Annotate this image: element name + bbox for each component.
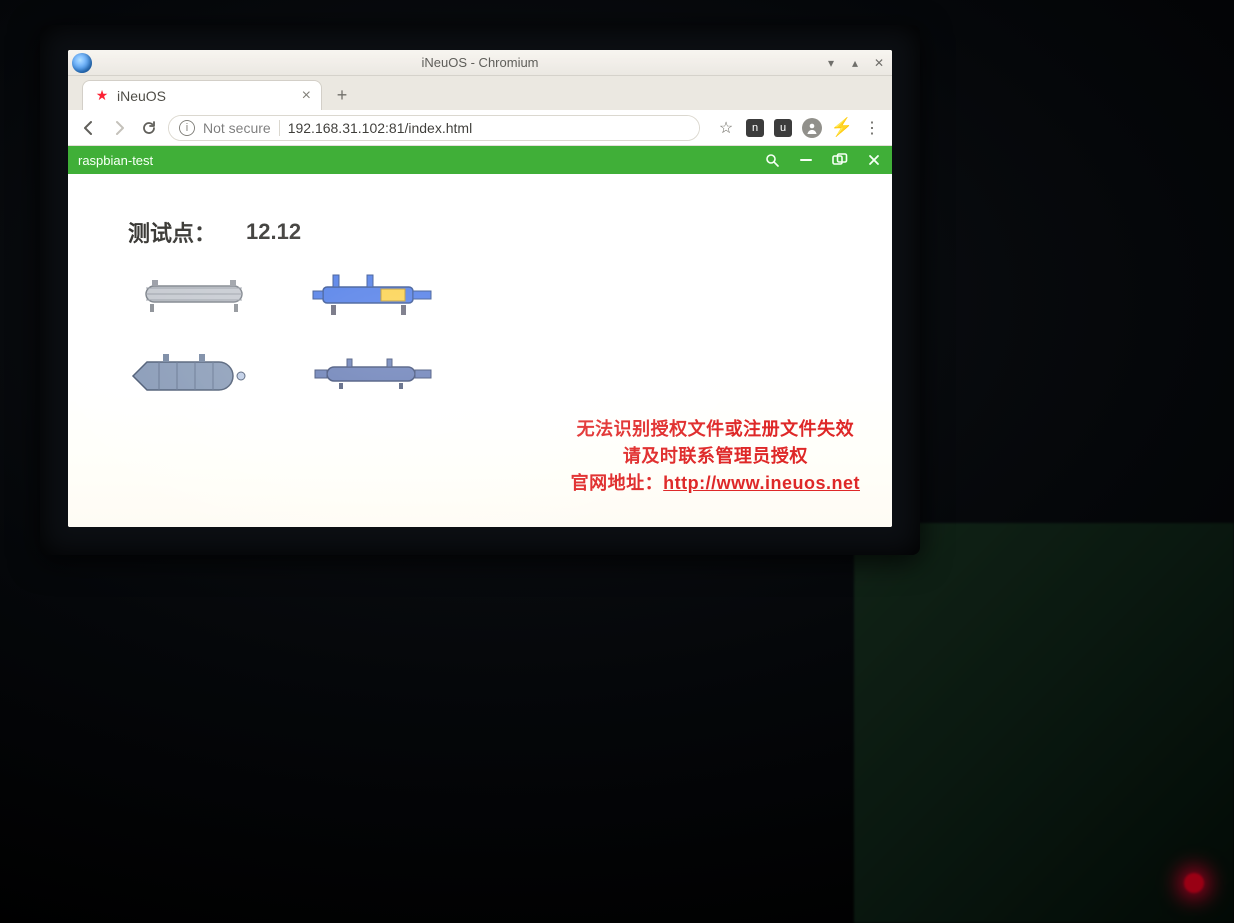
kebab-menu-icon[interactable]: ⋮	[862, 118, 882, 138]
window-maximize-icon[interactable]: ▴	[848, 56, 862, 70]
app-title: raspbian-test	[78, 153, 153, 168]
omnibox-divider	[279, 120, 280, 136]
test-point-row: 测试点： 12.12	[128, 216, 301, 248]
window-minimize-icon[interactable]: ▾	[824, 56, 838, 70]
tab-strip: ★ iNeuOS × +	[68, 76, 892, 110]
app-search-icon[interactable]	[764, 152, 780, 168]
component-heat-exchanger-1[interactable]	[124, 264, 264, 324]
tab-title: iNeuOS	[117, 88, 166, 104]
license-line-3: 官网地址：http://www.ineuos.net	[571, 470, 860, 497]
license-site-url[interactable]: http://www.ineuos.net	[663, 473, 860, 493]
reload-button[interactable]	[138, 117, 160, 139]
reload-icon	[141, 120, 157, 136]
tab-favicon-star-icon: ★	[95, 89, 109, 103]
lightning-bolt-icon[interactable]: ⚡	[832, 118, 852, 138]
test-point-value: 12.12	[246, 219, 301, 245]
address-bar[interactable]: i Not secure 192.168.31.102:81/index.htm…	[168, 115, 700, 141]
browser-tab[interactable]: ★ iNeuOS ×	[82, 80, 322, 110]
component-heat-exchanger-2[interactable]	[304, 264, 444, 324]
screen: iNeuOS - Chromium ▾ ▴ ✕ ★ iNeuOS × +	[68, 50, 892, 527]
app-actions	[764, 152, 882, 168]
license-warning: 无法识别授权文件或注册文件失效 请及时联系管理员授权 官网地址：http://w…	[571, 416, 860, 497]
person-icon	[806, 122, 818, 134]
component-grid	[124, 264, 444, 404]
license-site-prefix: 官网地址：	[571, 473, 664, 493]
app-close-icon[interactable]	[866, 152, 882, 168]
app-minimize-icon[interactable]	[798, 152, 814, 168]
window-titlebar[interactable]: iNeuOS - Chromium ▾ ▴ ✕	[68, 50, 892, 76]
app-windows-icon[interactable]	[832, 152, 848, 168]
scada-canvas[interactable]: 测试点： 12.12	[68, 174, 892, 527]
extension-badge-2[interactable]: u	[774, 119, 792, 137]
back-button[interactable]	[78, 117, 100, 139]
site-info-icon[interactable]: i	[179, 120, 195, 136]
test-point-label: 测试点：	[128, 216, 216, 248]
url-text: 192.168.31.102:81/index.html	[288, 120, 472, 136]
forward-button[interactable]	[108, 117, 130, 139]
arrow-right-icon	[111, 120, 127, 136]
arrow-left-icon	[81, 120, 97, 136]
app-header: raspbian-test	[68, 146, 892, 174]
license-line-1: 无法识别授权文件或注册文件失效	[571, 416, 860, 443]
tab-close-icon[interactable]: ×	[302, 87, 311, 105]
new-tab-button[interactable]: +	[328, 83, 356, 107]
toolbar-right: ☆ n u ⚡ ⋮	[708, 118, 882, 138]
window-close-icon[interactable]: ✕	[872, 56, 886, 70]
profile-avatar-icon[interactable]	[802, 118, 822, 138]
raspberry-pi-board	[854, 523, 1234, 923]
extension-badge-1[interactable]: n	[746, 119, 764, 137]
component-vessel[interactable]	[124, 344, 264, 404]
license-line-2: 请及时联系管理员授权	[571, 443, 860, 470]
browser-toolbar: i Not secure 192.168.31.102:81/index.htm…	[68, 110, 892, 146]
security-label: Not secure	[203, 120, 271, 136]
monitor-bezel: iNeuOS - Chromium ▾ ▴ ✕ ★ iNeuOS × +	[40, 25, 920, 555]
bookmark-star-icon[interactable]: ☆	[716, 118, 736, 138]
component-heat-exchanger-3[interactable]	[304, 344, 444, 404]
chromium-app-icon	[72, 53, 92, 73]
window-title: iNeuOS - Chromium	[421, 55, 538, 70]
window-controls: ▾ ▴ ✕	[824, 50, 886, 75]
